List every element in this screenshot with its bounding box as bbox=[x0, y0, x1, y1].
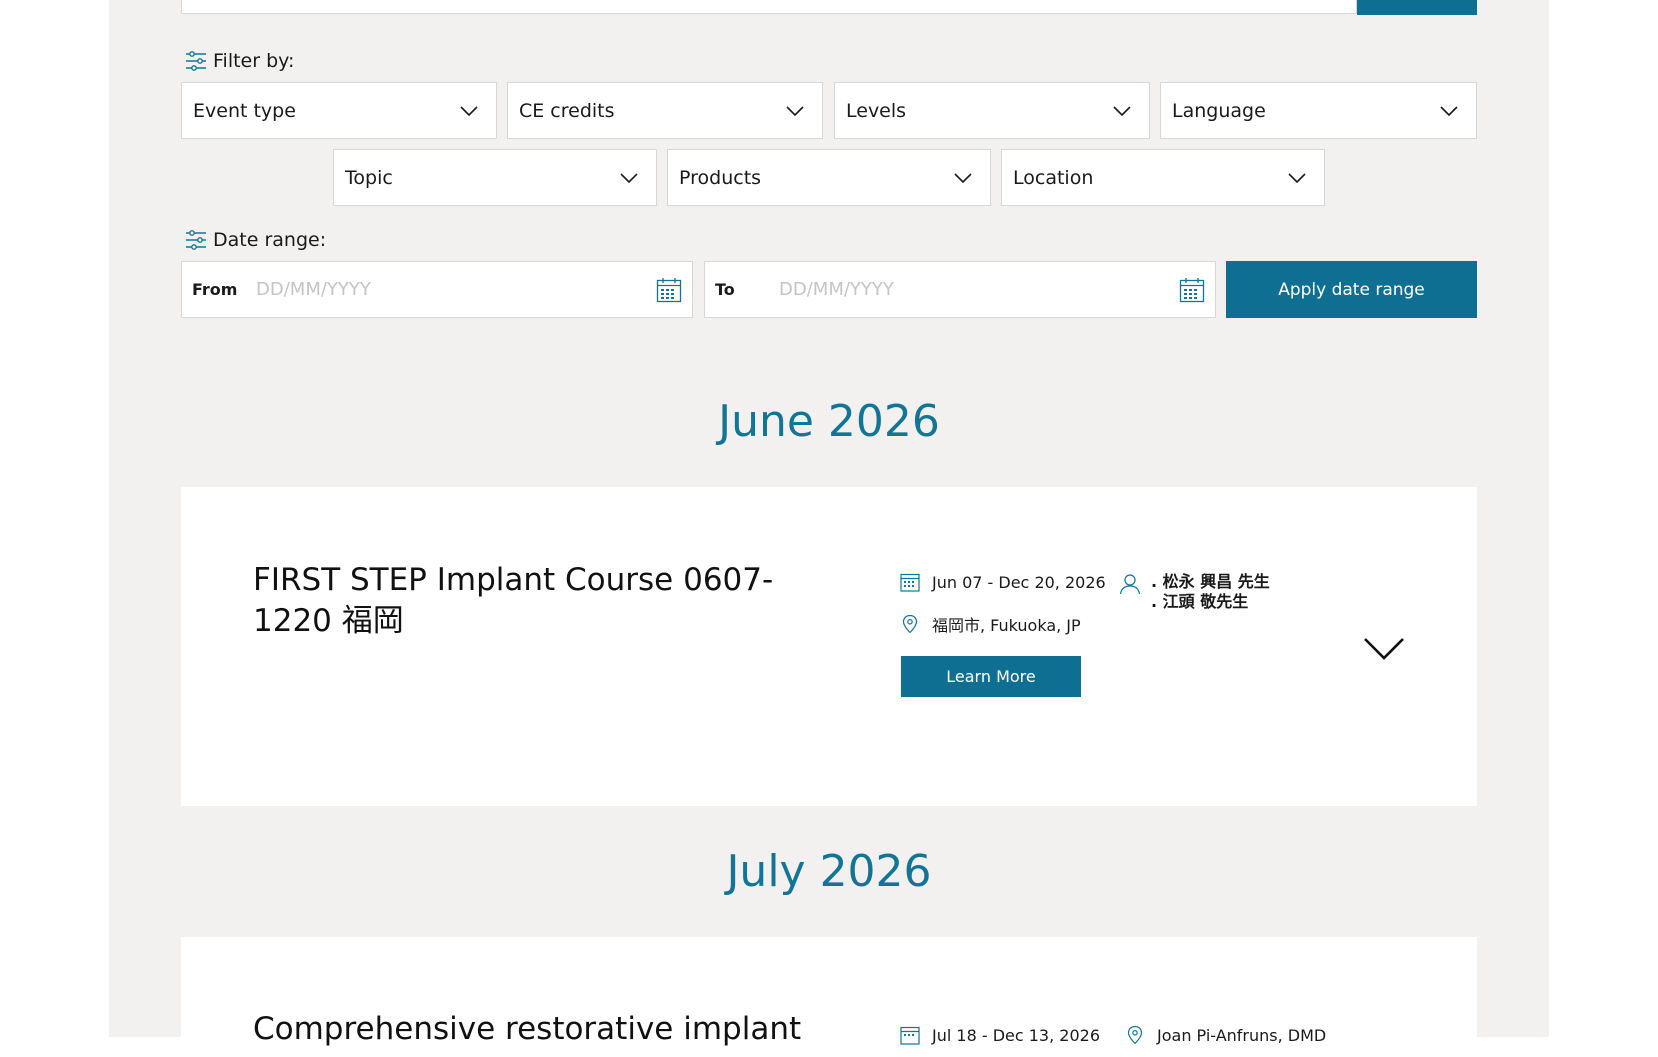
calendar-icon bbox=[900, 573, 920, 592]
presenter-icon-wrap bbox=[1119, 573, 1141, 599]
apply-date-range-button[interactable]: Apply date range bbox=[1226, 261, 1477, 318]
event-location: 福岡市, Fukuoka, JP bbox=[900, 612, 1081, 636]
date-from-input[interactable] bbox=[254, 278, 656, 301]
chevron-down-icon bbox=[460, 105, 478, 116]
filter-sliders-icon bbox=[186, 230, 206, 250]
select-label: Levels bbox=[846, 99, 907, 122]
chevron-down-icon bbox=[1288, 172, 1306, 183]
date-from-field[interactable]: From bbox=[181, 261, 693, 318]
event-type-select[interactable]: Event type bbox=[181, 82, 497, 139]
select-label: Topic bbox=[345, 166, 393, 189]
location-pin-icon bbox=[1127, 1025, 1143, 1045]
location-pin-icon bbox=[902, 614, 918, 634]
learn-more-button[interactable]: Learn More bbox=[901, 656, 1081, 697]
calendar-icon bbox=[900, 1026, 920, 1045]
ce-credits-select[interactable]: CE credits bbox=[507, 82, 823, 139]
calendar-icon[interactable] bbox=[656, 277, 682, 303]
levels-select[interactable]: Levels bbox=[834, 82, 1150, 139]
chevron-down-icon bbox=[1440, 105, 1458, 116]
date-to-input[interactable] bbox=[777, 278, 1179, 301]
location-select[interactable]: Location bbox=[1001, 149, 1325, 206]
select-label: Event type bbox=[193, 99, 296, 122]
event-dates-text: Jun 07 - Dec 20, 2026 bbox=[932, 572, 1106, 592]
date-range-label: Date range: bbox=[185, 229, 326, 251]
month-heading: June 2026 bbox=[718, 396, 940, 447]
date-to-field[interactable]: To bbox=[704, 261, 1216, 318]
chevron-down-icon bbox=[954, 172, 972, 183]
person-icon bbox=[1119, 574, 1141, 595]
event-dates: Jun 07 - Dec 20, 2026 bbox=[900, 572, 1106, 592]
date-from-label: From bbox=[192, 280, 238, 299]
event-title[interactable]: FIRST STEP Implant Course 0607-1220 福岡 bbox=[253, 560, 813, 642]
chevron-down-icon[interactable] bbox=[1363, 637, 1405, 661]
event-location-text: 福岡市, Fukuoka, JP bbox=[932, 616, 1081, 635]
event-dates: Jul 18 - Dec 13, 2026 bbox=[900, 1025, 1100, 1045]
select-label: Products bbox=[679, 166, 762, 189]
select-label: CE credits bbox=[519, 99, 615, 122]
presenter-name: . 江頭 敬先生 bbox=[1151, 592, 1249, 611]
select-label: Language bbox=[1172, 99, 1266, 122]
presenter-name: Joan Pi-Anfruns, DMD bbox=[1157, 1025, 1327, 1045]
products-select[interactable]: Products bbox=[667, 149, 991, 206]
search-input[interactable] bbox=[181, 0, 1357, 14]
search-button[interactable] bbox=[1357, 0, 1477, 15]
filter-by-text: Filter by: bbox=[213, 50, 295, 72]
event-presenter: Joan Pi-Anfruns, DMD bbox=[1125, 1025, 1326, 1045]
chevron-down-icon bbox=[786, 105, 804, 116]
chevron-down-icon bbox=[1113, 105, 1131, 116]
event-title[interactable]: Comprehensive restorative implant bbox=[253, 1009, 853, 1050]
select-label: Location bbox=[1013, 166, 1094, 189]
date-to-label: To bbox=[715, 280, 735, 299]
filter-by-label: Filter by: bbox=[185, 50, 294, 72]
date-range-text: Date range: bbox=[213, 229, 327, 251]
chevron-down-icon bbox=[620, 172, 638, 183]
presenter-name: . 松永 興昌 先生 bbox=[1151, 572, 1270, 591]
event-dates-text: Jul 18 - Dec 13, 2026 bbox=[932, 1025, 1100, 1045]
event-presenters: . 松永 興昌 先生 . 江頭 敬先生 bbox=[1151, 572, 1270, 612]
filter-sliders-icon bbox=[186, 51, 206, 71]
event-card: Comprehensive restorative implant Jul 18… bbox=[181, 937, 1477, 1057]
calendar-icon[interactable] bbox=[1179, 277, 1205, 303]
month-heading: July 2026 bbox=[726, 846, 932, 897]
event-card: FIRST STEP Implant Course 0607-1220 福岡 J… bbox=[181, 487, 1477, 806]
language-select[interactable]: Language bbox=[1160, 82, 1477, 139]
topic-select[interactable]: Topic bbox=[333, 149, 657, 206]
